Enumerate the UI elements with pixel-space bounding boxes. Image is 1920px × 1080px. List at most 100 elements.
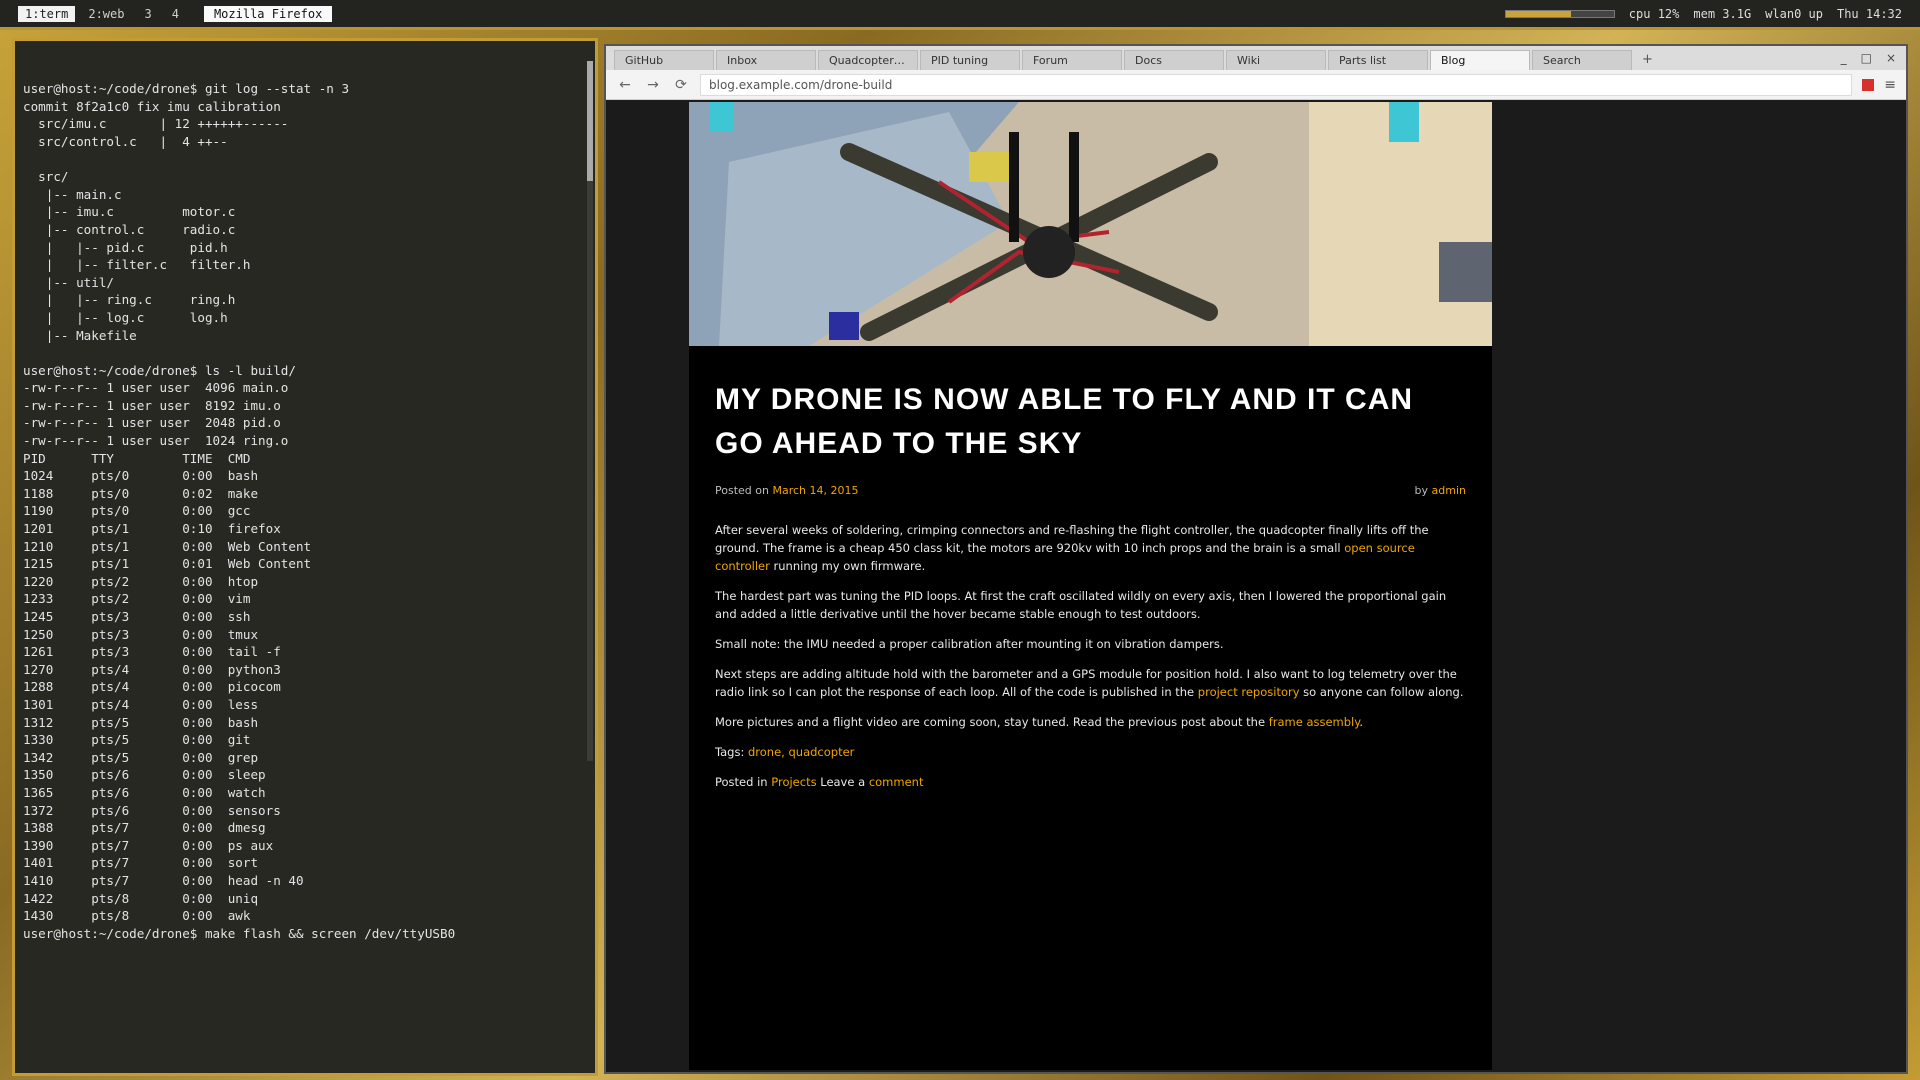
- terminal-line: | |-- pid.c pid.h: [23, 239, 228, 255]
- browser-tab[interactable]: Search: [1532, 50, 1632, 70]
- window-controls: _ □ ×: [1831, 51, 1906, 70]
- inline-link[interactable]: frame assembly: [1269, 715, 1360, 729]
- terminal-line: src/: [23, 169, 69, 185]
- paragraph-text: The hardest part was tuning the PID loop…: [715, 589, 1447, 621]
- comments-link[interactable]: comment: [869, 775, 924, 789]
- tags-link[interactable]: drone, quadcopter: [748, 745, 854, 759]
- workspace-3[interactable]: 3: [137, 6, 158, 22]
- terminal-line: 1430 pts/8 0:00 awk: [23, 908, 251, 924]
- article-paragraph: After several weeks of soldering, crimpi…: [715, 521, 1466, 575]
- terminal-line: -rw-r--r-- 1 user user 4096 main.o: [23, 380, 289, 396]
- back-icon[interactable]: ←: [616, 77, 634, 93]
- workspace-1[interactable]: 1:term: [18, 5, 76, 22]
- workspace-switcher: 1:term 2:web 3 4: [18, 5, 186, 22]
- category-link[interactable]: Projects: [771, 775, 816, 789]
- terminal-line: user@host:~/code/drone$ make flash && sc…: [23, 925, 456, 941]
- terminal-line: -rw-r--r-- 1 user user 8192 imu.o: [23, 397, 281, 413]
- terminal-line: user@host:~/code/drone$ ls -l build/: [23, 362, 296, 378]
- page-viewport[interactable]: My drone is now able to fly and it can g…: [606, 102, 1906, 1072]
- article-paragraph: Next steps are adding altitude hold with…: [715, 665, 1466, 701]
- close-icon[interactable]: ×: [1886, 51, 1896, 65]
- browser-tab[interactable]: Wiki: [1226, 50, 1326, 70]
- volume-meter[interactable]: [1504, 9, 1615, 18]
- terminal-line: 1330 pts/5 0:00 git: [23, 732, 251, 748]
- author-prefix: by: [1414, 484, 1429, 497]
- article-footer: Tags: drone, quadcopter Posted in Projec…: [715, 743, 1466, 791]
- browser-tab[interactable]: GitHub: [614, 50, 714, 70]
- maximize-icon[interactable]: □: [1861, 51, 1872, 65]
- paragraph-tail: .: [1359, 715, 1364, 729]
- terminal-line: | |-- ring.c ring.h: [23, 292, 236, 308]
- browser-tab[interactable]: Quadcopter build: [818, 50, 918, 70]
- terminal-line: 1220 pts/2 0:00 htop: [23, 573, 259, 589]
- terminal-line: |-- imu.c motor.c: [23, 204, 236, 220]
- terminal-output: user@host:~/code/drone$ git log --stat -…: [23, 80, 587, 942]
- terminal-line: 1215 pts/1 0:01 Web Content: [23, 556, 312, 572]
- workspace-4[interactable]: 4: [165, 6, 186, 22]
- terminal-line: 1233 pts/2 0:00 vim: [23, 591, 251, 607]
- workspace-2[interactable]: 2:web: [81, 6, 131, 22]
- terminal-line: user@host:~/code/drone$ git log --stat -…: [23, 81, 350, 97]
- terminal-line: src/imu.c | 12 ++++++------: [23, 116, 289, 132]
- terminal-line: 1388 pts/7 0:00 dmesg: [23, 820, 266, 836]
- terminal-line: 1301 pts/4 0:00 less: [23, 696, 259, 712]
- terminal-scroll-thumb[interactable]: [587, 61, 593, 181]
- terminal-line: |-- main.c: [23, 186, 122, 202]
- new-tab-button[interactable]: +: [1634, 49, 1661, 70]
- byline-prefix: Posted on: [715, 484, 769, 497]
- terminal-line: 1288 pts/4 0:00 picocom: [23, 679, 281, 695]
- terminal-line: 1312 pts/5 0:00 bash: [23, 714, 259, 730]
- status-cpu: cpu 12%: [1628, 6, 1680, 21]
- inline-link[interactable]: project repository: [1198, 685, 1300, 699]
- tab-strip: GitHub Inbox Quadcopter build PID tuning For…: [606, 46, 1906, 70]
- article-date-link[interactable]: March 14, 2015: [772, 484, 858, 497]
- browser-tab[interactable]: Parts list: [1328, 50, 1428, 70]
- article-paragraph: Small note: the IMU needed a proper cali…: [715, 635, 1466, 653]
- terminal-window[interactable]: user@host:~/code/drone$ git log --stat -…: [12, 38, 598, 1076]
- tags-label: Tags:: [715, 745, 745, 759]
- author-link[interactable]: admin: [1432, 484, 1466, 497]
- minimize-icon[interactable]: _: [1841, 51, 1847, 65]
- reload-icon[interactable]: ⟳: [672, 77, 690, 93]
- terminal-line: 1188 pts/0 0:02 make: [23, 485, 259, 501]
- terminal-line: -rw-r--r-- 1 user user 1024 ring.o: [23, 433, 289, 449]
- category-label: Posted in: [715, 775, 768, 789]
- paragraph-text: After several weeks of soldering, crimpi…: [715, 523, 1429, 555]
- paragraph-text: Small note: the IMU needed a proper cali…: [715, 637, 1224, 651]
- terminal-line: 1422 pts/8 0:00 uniq: [23, 890, 259, 906]
- article-date-line: Posted on March 14, 2015: [715, 484, 858, 497]
- extension-icon[interactable]: [1862, 78, 1875, 91]
- browser-tab[interactable]: Blog: [1430, 50, 1530, 70]
- article-meta: Posted on March 14, 2015 by admin: [715, 484, 1466, 497]
- status-mem: mem 3.1G: [1693, 6, 1752, 21]
- status-clock: Thu 14:32: [1836, 6, 1902, 21]
- system-tray: cpu 12% mem 3.1G wlan0 up Thu 14:32: [1504, 6, 1902, 21]
- address-bar[interactable]: blog.example.com/drone-build: [700, 73, 1853, 96]
- browser-tab[interactable]: PID tuning: [920, 50, 1020, 70]
- browser-tab[interactable]: Inbox: [716, 50, 816, 70]
- volume-meter-fill: [1505, 10, 1571, 17]
- focused-window-title: Mozilla Firefox: [203, 5, 333, 22]
- terminal-line: 1401 pts/7 0:00 sort: [23, 855, 259, 871]
- terminal-line: 1210 pts/1 0:00 Web Content: [23, 538, 312, 554]
- article-body: After several weeks of soldering, crimpi…: [715, 521, 1466, 731]
- browser-tab[interactable]: Docs: [1124, 50, 1224, 70]
- terminal-line: 1410 pts/7 0:00 head -n 40: [23, 872, 304, 888]
- terminal-line: | |-- filter.c filter.h: [23, 257, 251, 273]
- terminal-line: src/control.c | 4 ++--: [23, 133, 228, 149]
- blog-article: My drone is now able to fly and it can g…: [689, 102, 1492, 1070]
- terminal-line: 1024 pts/0 0:00 bash: [23, 468, 259, 484]
- terminal-line: 1261 pts/3 0:00 tail -f: [23, 644, 281, 660]
- address-text: blog.example.com/drone-build: [709, 77, 893, 92]
- terminal-line: 1372 pts/6 0:00 sensors: [23, 802, 281, 818]
- terminal-line: 1350 pts/6 0:00 sleep: [23, 767, 266, 783]
- forward-icon[interactable]: →: [644, 77, 662, 93]
- browser-tab[interactable]: Forum: [1022, 50, 1122, 70]
- menu-icon[interactable]: ≡: [1884, 77, 1896, 93]
- terminal-scrollbar[interactable]: [587, 61, 593, 761]
- terminal-line: |-- Makefile: [23, 327, 137, 343]
- top-panel: 1:term 2:web 3 4 Mozilla Firefox cpu 12%…: [0, 0, 1920, 30]
- terminal-line: |-- util/: [23, 274, 114, 290]
